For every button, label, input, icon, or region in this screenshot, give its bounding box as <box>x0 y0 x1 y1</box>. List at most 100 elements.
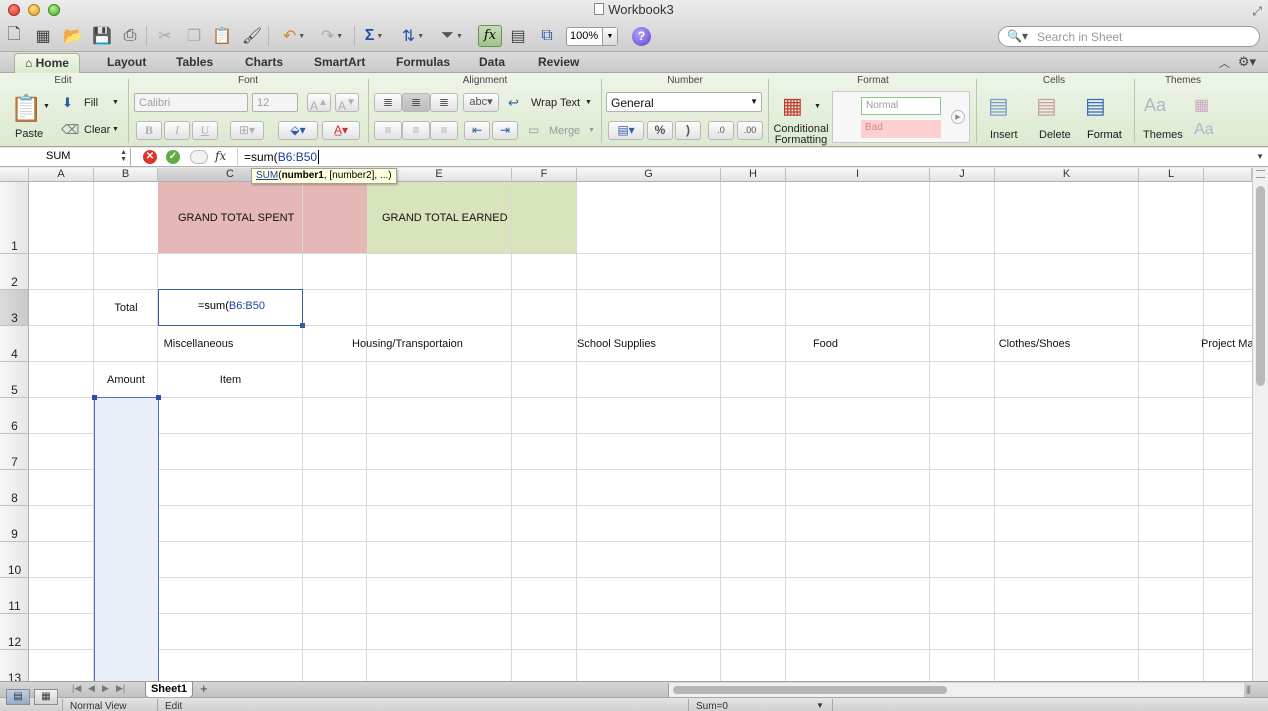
cell-k4[interactable]: Clothes/Shoes <box>930 326 1139 361</box>
sum-dropdown-icon[interactable]: ▼ <box>816 701 824 710</box>
row-header-9[interactable]: 9 <box>0 506 29 542</box>
row-header-2[interactable]: 2 <box>0 254 29 290</box>
last-sheet-icon[interactable]: ▶| <box>116 683 125 694</box>
format-button[interactable]: Format <box>1087 129 1122 141</box>
cell-e1[interactable]: GRAND TOTAL EARNED <box>367 182 576 253</box>
underline-button[interactable]: U <box>192 121 218 140</box>
cell-l4[interactable]: Project Ma <box>1139 326 1252 361</box>
tab-charts[interactable]: Charts <box>245 55 283 69</box>
cell-b3[interactable]: Total <box>94 290 158 325</box>
tab-smartart[interactable]: SmartArt <box>314 55 365 69</box>
font-size-select[interactable]: 12 <box>252 93 298 112</box>
column-header-m[interactable] <box>1204 168 1252 182</box>
align-center-button[interactable]: ≡ <box>402 121 430 140</box>
row-header-7[interactable]: 7 <box>0 434 29 470</box>
decrease-indent-button[interactable]: ⇤ <box>464 121 490 140</box>
name-box[interactable]: SUM ▲ ▼ <box>0 148 131 166</box>
fill-handle[interactable] <box>300 323 305 328</box>
bold-button[interactable]: B <box>136 121 162 140</box>
tab-tables[interactable]: Tables <box>176 55 213 69</box>
autosum-icon[interactable]: Σ ▼ <box>360 24 388 48</box>
conditional-dropdown-icon[interactable]: ▼ <box>814 103 821 110</box>
paste-icon[interactable]: 📋 <box>212 24 232 48</box>
toolbox-icon[interactable]: ⧉ <box>536 24 558 48</box>
cut-icon[interactable]: ✂ <box>155 24 175 48</box>
align-top-button[interactable]: ≣ <box>374 93 402 112</box>
percent-button[interactable]: % <box>647 121 673 140</box>
templates-icon[interactable]: ▦ <box>32 24 54 48</box>
wrap-text-button[interactable]: Wrap Text <box>531 97 580 109</box>
collapse-ribbon-icon[interactable]: ︿ <box>1219 55 1230 71</box>
style-normal[interactable]: Normal <box>861 97 941 115</box>
column-header-a[interactable]: A <box>29 168 94 182</box>
function-help-link[interactable]: SUM <box>256 170 278 181</box>
formula-builder-icon[interactable] <box>190 150 208 164</box>
clear-button[interactable]: Clear <box>84 124 110 136</box>
prev-sheet-icon[interactable]: ◀ <box>88 683 95 694</box>
open-icon[interactable]: 📂 <box>62 24 84 48</box>
save-icon[interactable]: 💾 <box>92 24 112 48</box>
referenced-range[interactable] <box>92 395 161 681</box>
next-sheet-icon[interactable]: ▶ <box>102 683 109 694</box>
vertical-scroll-thumb[interactable] <box>1256 186 1265 386</box>
tab-data[interactable]: Data <box>479 55 505 69</box>
search-input[interactable]: 🔍▾ Search in Sheet <box>998 26 1260 47</box>
tab-formulas[interactable]: Formulas <box>396 55 450 69</box>
page-layout-view-icon[interactable]: ▦ <box>34 689 58 705</box>
increase-decimal-button[interactable]: .0 <box>708 121 734 140</box>
align-bottom-button[interactable]: ≣ <box>430 93 458 112</box>
cell-e4[interactable]: Housing/Transportaion <box>303 326 512 361</box>
help-icon[interactable]: ? <box>632 27 651 46</box>
tab-review[interactable]: Review <box>538 55 579 69</box>
delete-button[interactable]: Delete <box>1039 129 1071 141</box>
row-header-13[interactable]: 13 <box>0 650 29 681</box>
row-header-6[interactable]: 6 <box>0 398 29 434</box>
cancel-formula-button[interactable]: ✕ <box>143 150 157 164</box>
cell-b5[interactable]: Amount <box>94 362 158 397</box>
align-right-button[interactable]: ≡ <box>430 121 458 140</box>
column-header-l[interactable]: L <box>1139 168 1204 182</box>
theme-fonts-button[interactable]: Aa <box>1194 121 1214 139</box>
column-header-i[interactable]: I <box>786 168 930 182</box>
add-sheet-icon[interactable]: + <box>200 681 208 696</box>
redo-icon[interactable]: ↷ ▼ <box>314 24 350 48</box>
clear-dropdown-icon[interactable]: ▼ <box>112 126 119 133</box>
row-header-8[interactable]: 8 <box>0 470 29 506</box>
zoom-select[interactable]: 100% ▼ <box>566 27 618 46</box>
paste-button[interactable]: Paste <box>15 128 43 140</box>
column-header-f[interactable]: F <box>512 168 577 182</box>
column-header-k[interactable]: K <box>995 168 1139 182</box>
font-name-select[interactable]: Calibri <box>134 93 248 112</box>
italic-button[interactable]: I <box>164 121 190 140</box>
horizontal-scrollbar[interactable] <box>668 683 1244 697</box>
row-header-3[interactable]: 3 <box>0 290 29 326</box>
cell-i4[interactable]: Food <box>721 326 930 361</box>
sheet-tab-sheet1[interactable]: Sheet1 <box>145 682 193 698</box>
decrease-decimal-button[interactable]: .00 <box>737 121 763 140</box>
format-painter-icon[interactable]: 🖌 <box>240 24 264 48</box>
row-header-4[interactable]: 4 <box>0 326 29 362</box>
row-header-1[interactable]: 1 <box>0 182 29 254</box>
gallery-next-icon[interactable]: ▶ <box>951 110 965 124</box>
column-header-j[interactable]: J <box>930 168 995 182</box>
split-handle[interactable] <box>1256 170 1265 178</box>
comma-button[interactable]: ) <box>675 121 701 140</box>
increase-indent-button[interactable]: ⇥ <box>492 121 518 140</box>
merge-dropdown-icon[interactable]: ▼ <box>588 127 595 134</box>
horizontal-scroll-thumb[interactable] <box>673 686 947 694</box>
sort-icon[interactable]: ⇅ ▼ <box>396 24 430 48</box>
column-header-b[interactable]: B <box>94 168 158 182</box>
cell-c4[interactable]: Miscellaneous <box>94 326 303 361</box>
formula-input[interactable]: =sum(B6:B50 <box>237 148 1247 166</box>
fx-icon[interactable]: fx <box>215 149 226 163</box>
gallery-icon[interactable]: ▤ <box>508 24 528 48</box>
cell-g4[interactable]: School Supplies <box>512 326 721 361</box>
fullscreen-icon[interactable]: ⤢ <box>1252 4 1262 19</box>
insert-button[interactable]: Insert <box>990 129 1018 141</box>
cell-c1[interactable]: GRAND TOTAL SPENT <box>158 182 367 253</box>
theme-colors-icon[interactable]: ▦ <box>1194 95 1209 115</box>
row-header-10[interactable]: 10 <box>0 542 29 578</box>
column-header-h[interactable]: H <box>721 168 786 182</box>
merge-button[interactable]: Merge <box>549 125 580 137</box>
align-middle-button[interactable]: ≣ <box>402 93 430 112</box>
